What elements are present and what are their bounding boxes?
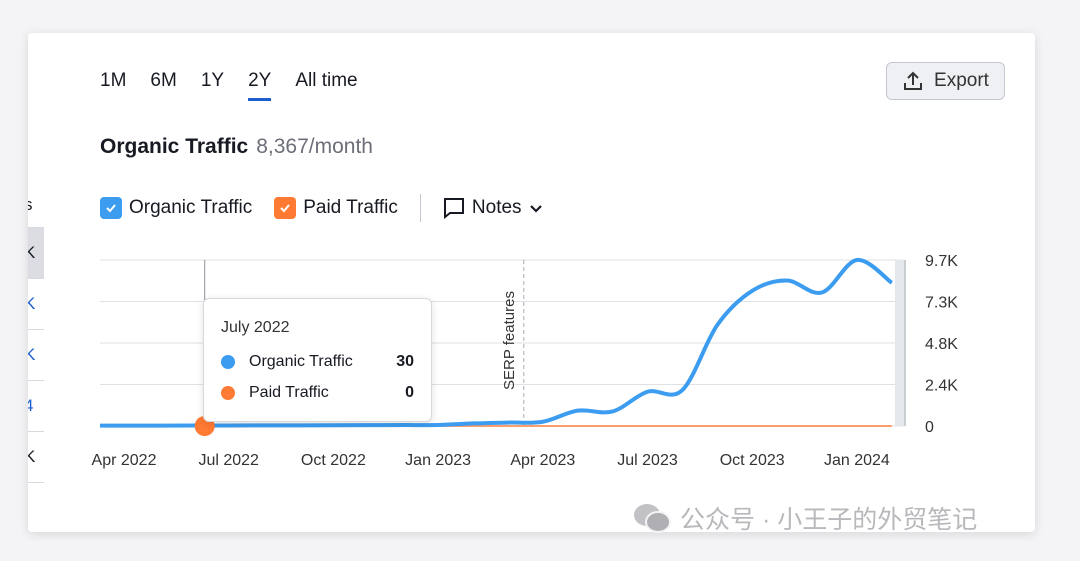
x-tick-label: Jul 2023: [617, 452, 678, 469]
data-point[interactable]: [712, 320, 722, 330]
scroll-handle[interactable]: [895, 260, 905, 426]
data-point[interactable]: [643, 387, 653, 397]
tooltip-row-paid: Paid Traffic 0: [221, 384, 414, 402]
y-tick-label: 2.4K: [925, 378, 958, 395]
data-point[interactable]: [468, 418, 478, 428]
annotation-label: SERP features: [501, 291, 518, 390]
y-tick-label: 9.7K: [925, 253, 958, 270]
y-tick-label: 7.3K: [925, 295, 958, 312]
data-point[interactable]: [608, 406, 618, 416]
x-tick-label: Apr 2022: [92, 452, 157, 469]
data-point[interactable]: [887, 278, 897, 288]
y-tick-label: 0: [925, 419, 934, 436]
y-tick-label: 4.8K: [925, 336, 958, 353]
tooltip-row-organic: Organic Traffic 30: [221, 353, 414, 371]
watermark: 公众号 · 小王子的外贸笔记: [632, 500, 977, 536]
watermark-text: 公众号 · 小王子的外贸笔记: [680, 506, 978, 534]
x-tick-label: Apr 2023: [510, 452, 575, 469]
tooltip-label: Organic Traffic: [249, 353, 353, 370]
tooltip-value: 30: [396, 353, 414, 370]
tooltip-label: Paid Traffic: [249, 384, 329, 401]
data-point[interactable]: [538, 417, 548, 427]
x-tick-label: Jan 2024: [824, 452, 890, 469]
traffic-chart: 0 2.4K 4.8K 7.3K 9.7K Apr 2022 Jul 2022 Oct 202…: [92, 253, 959, 469]
x-tick-label: Oct 2022: [301, 452, 366, 469]
data-point[interactable]: [573, 406, 583, 416]
x-tick-label: Oct 2023: [720, 452, 785, 469]
data-point[interactable]: [817, 288, 827, 298]
tooltip-date: July 2022: [221, 319, 290, 336]
data-point[interactable]: [154, 421, 164, 431]
paid-dot-icon: [221, 386, 235, 400]
data-point[interactable]: [747, 286, 757, 296]
x-tick-label: Jan 2023: [405, 452, 471, 469]
data-point[interactable]: [852, 255, 862, 265]
x-tick-label: Jul 2022: [198, 452, 259, 469]
data-point[interactable]: [503, 418, 513, 428]
data-point[interactable]: [782, 276, 792, 286]
organic-dot-icon: [221, 355, 235, 369]
data-point[interactable]: [677, 385, 687, 395]
tooltip: July 2022 Organic Traffic 30 Paid Traffi…: [203, 298, 432, 422]
data-point[interactable]: [433, 420, 443, 430]
data-point[interactable]: [119, 421, 129, 431]
wechat-icon: [634, 504, 671, 533]
tooltip-value: 0: [405, 384, 414, 401]
